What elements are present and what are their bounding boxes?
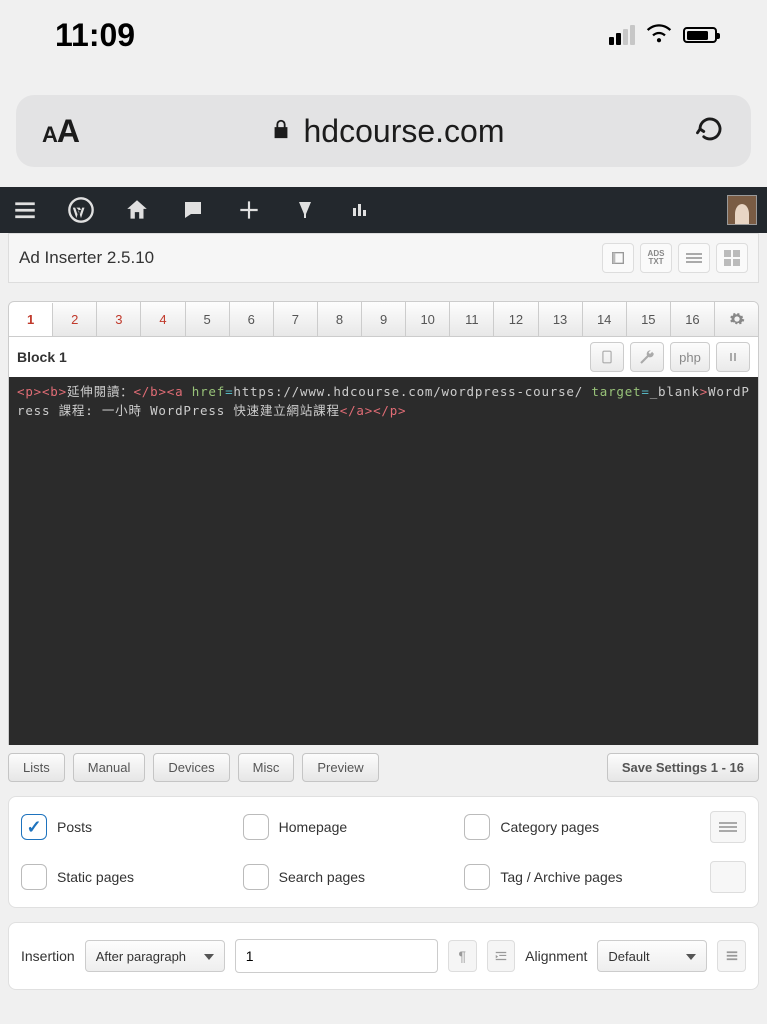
grid-toggle-icon[interactable] (710, 861, 746, 893)
comment-icon[interactable] (178, 195, 208, 225)
preview-button[interactable]: Preview (302, 753, 378, 782)
lists-button[interactable]: Lists (8, 753, 65, 782)
home-icon[interactable] (122, 195, 152, 225)
alignment-preview-icon[interactable] (717, 940, 746, 972)
option-buttons-row: Lists Manual Devices Misc Preview Save S… (8, 753, 759, 782)
tab-5[interactable]: 5 (186, 302, 230, 336)
tab-6[interactable]: 6 (230, 302, 274, 336)
tab-14[interactable]: 14 (583, 302, 627, 336)
ads-txt-icon[interactable]: ADSTXT (640, 243, 672, 273)
tab-8[interactable]: 8 (318, 302, 362, 336)
tag-label: Tag / Archive pages (500, 869, 622, 885)
tab-10[interactable]: 10 (406, 302, 450, 336)
url-display[interactable]: hdcourse.com (79, 113, 695, 150)
plugin-header: Ad Inserter 2.5.10 ADSTXT (8, 233, 759, 283)
alignment-value: Default (608, 949, 649, 964)
category-label: Category pages (500, 819, 599, 835)
tag-archive-checkbox[interactable]: Tag / Archive pages (464, 864, 686, 890)
text-size-button[interactable]: AA (42, 113, 79, 150)
static-pages-checkbox[interactable]: Static pages (21, 864, 243, 890)
posts-checkbox[interactable]: Posts (21, 814, 243, 840)
paragraph-icon[interactable]: ¶ (448, 940, 477, 972)
ios-status-bar: 11:09 (0, 0, 767, 70)
lock-icon (270, 116, 292, 147)
placement-panel: Posts Homepage Category pages Static pag… (8, 796, 759, 908)
tab-16[interactable]: 16 (671, 302, 715, 336)
reload-button[interactable] (695, 114, 725, 149)
yoast-icon[interactable] (290, 195, 320, 225)
homepage-checkbox[interactable]: Homepage (243, 814, 465, 840)
tab-1[interactable]: 1 (9, 303, 53, 337)
status-time: 11:09 (55, 17, 135, 54)
checkbox-icon (464, 814, 490, 840)
menu-icon[interactable] (10, 195, 40, 225)
checkbox-icon (464, 864, 490, 890)
settings-tab[interactable] (715, 302, 758, 336)
search-label: Search pages (279, 869, 365, 885)
wp-admin-bar (0, 187, 767, 233)
block-header: Block 1 php (8, 337, 759, 377)
alignment-select[interactable]: Default (597, 940, 707, 972)
indent-icon[interactable] (487, 940, 516, 972)
tab-13[interactable]: 13 (539, 302, 583, 336)
manual-button[interactable]: Manual (73, 753, 146, 782)
wifi-icon (645, 19, 673, 52)
battery-icon (683, 27, 717, 43)
checkbox-icon (243, 864, 269, 890)
cell-signal-icon (609, 25, 635, 45)
devices-button[interactable]: Devices (153, 753, 229, 782)
status-icons (609, 19, 717, 52)
tab-2[interactable]: 2 (53, 302, 97, 336)
checkbox-icon (21, 864, 47, 890)
insertion-label: Insertion (21, 948, 75, 964)
checkbox-checked-icon (21, 814, 47, 840)
static-label: Static pages (57, 869, 134, 885)
tab-7[interactable]: 7 (274, 302, 318, 336)
docs-icon[interactable] (602, 243, 634, 273)
insertion-mode-select[interactable]: After paragraph (85, 940, 225, 972)
pause-icon[interactable] (716, 342, 750, 372)
stats-icon[interactable] (346, 195, 376, 225)
alignment-label: Alignment (525, 948, 587, 964)
grid-view-icon[interactable] (716, 243, 748, 273)
wordpress-icon[interactable] (66, 195, 96, 225)
homepage-label: Homepage (279, 819, 348, 835)
insertion-panel: Insertion After paragraph ¶ Alignment De… (8, 922, 759, 990)
tab-11[interactable]: 11 (450, 302, 494, 336)
code-editor[interactable]: <p><b>延伸閱讀：</b><a href=https://www.hdcou… (8, 377, 759, 745)
save-settings-button[interactable]: Save Settings 1 - 16 (607, 753, 759, 782)
tab-4[interactable]: 4 (141, 302, 185, 336)
posts-label: Posts (57, 819, 92, 835)
block-tabs: 12345678910111213141516 (8, 301, 759, 337)
tab-15[interactable]: 15 (627, 302, 671, 336)
wrench-icon[interactable] (630, 342, 664, 372)
user-avatar[interactable] (727, 195, 757, 225)
insertion-mode-value: After paragraph (96, 949, 186, 964)
plus-icon[interactable] (234, 195, 264, 225)
tab-12[interactable]: 12 (494, 302, 538, 336)
paragraph-number-input[interactable] (235, 939, 438, 973)
url-text: hdcourse.com (304, 113, 505, 150)
tab-3[interactable]: 3 (97, 302, 141, 336)
search-pages-checkbox[interactable]: Search pages (243, 864, 465, 890)
category-checkbox[interactable]: Category pages (464, 814, 686, 840)
plugin-title: Ad Inserter 2.5.10 (19, 248, 154, 268)
list-toggle-icon[interactable] (710, 811, 746, 843)
list-view-icon[interactable] (678, 243, 710, 273)
tab-9[interactable]: 9 (362, 302, 406, 336)
checkbox-icon (243, 814, 269, 840)
misc-button[interactable]: Misc (238, 753, 295, 782)
browser-url-bar[interactable]: AA hdcourse.com (16, 95, 751, 167)
device-preview-icon[interactable] (590, 342, 624, 372)
block-title: Block 1 (17, 349, 67, 365)
php-toggle[interactable]: php (670, 342, 710, 372)
